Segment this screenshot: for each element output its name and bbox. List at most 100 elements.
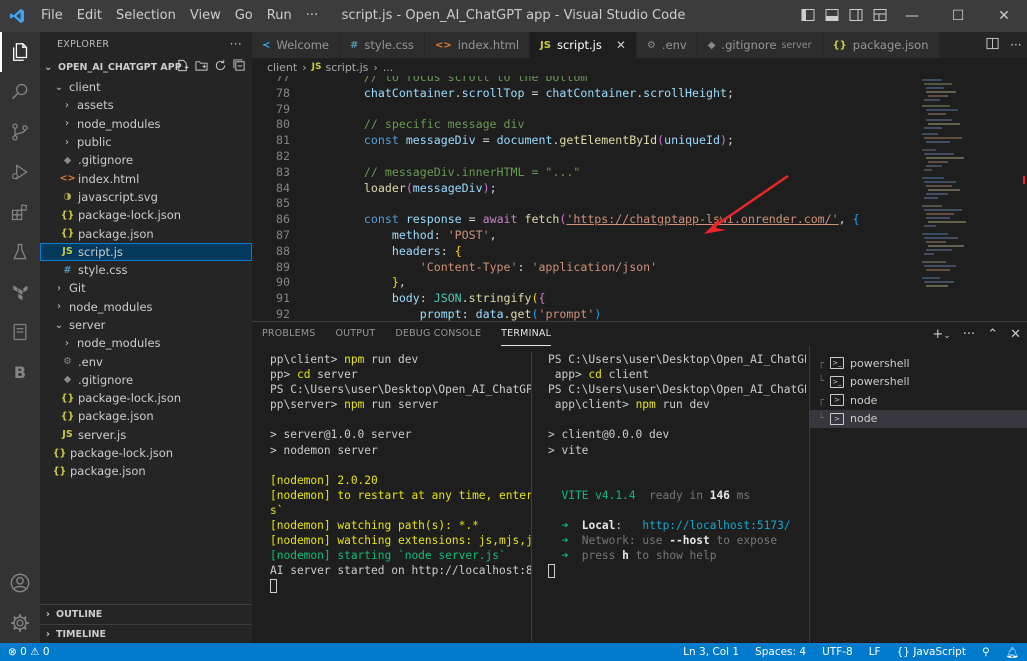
toggle-panel-icon[interactable] [825, 8, 839, 25]
feedback-icon[interactable]: ⚲ [974, 646, 998, 658]
editor-scrollbar[interactable] [1017, 76, 1027, 321]
source-control-icon[interactable] [0, 112, 40, 152]
terminal-list-item[interactable]: └ >_ powershell [810, 373, 1027, 392]
run-debug-icon[interactable] [0, 152, 40, 192]
menu-run[interactable]: Run [260, 0, 299, 32]
close-panel-icon[interactable]: ✕ [1010, 327, 1021, 342]
file-tree-item[interactable]: ◆ .gitignore [40, 151, 252, 169]
outline-section[interactable]: › OUTLINE [40, 604, 252, 624]
terraform-icon[interactable] [0, 272, 40, 312]
file-tree-item[interactable]: › public [40, 133, 252, 151]
file-tree-item[interactable]: JS script.js [40, 242, 252, 261]
file-tree-item[interactable]: {} package-lock.json [40, 206, 252, 224]
code-editor[interactable]: 77 // to focus scroll to the bottom 78 c… [252, 76, 912, 321]
minimize-button[interactable]: — [889, 0, 935, 32]
settings-gear-icon[interactable] [0, 603, 40, 643]
project-root[interactable]: ⌄ OPEN_AI_CHATGPT APP [40, 56, 252, 78]
file-tree-item[interactable]: ⌄ client [40, 78, 252, 96]
tab-terminal[interactable]: TERMINAL [501, 322, 552, 346]
cursor-position-status[interactable]: Ln 3, Col 1 [675, 646, 747, 658]
file-tree-item[interactable]: ⌄ server [40, 316, 252, 334]
eol-status[interactable]: LF [861, 646, 889, 658]
file-tree-item[interactable]: {} package.json [40, 224, 252, 242]
tab-index-html[interactable]: <> index.html [424, 32, 531, 58]
explorer-title: EXPLORER [57, 38, 110, 50]
file-tree-item[interactable]: ⚙ .env [40, 352, 252, 370]
problems-status[interactable]: ⊗ 0 ⚠ 0 [0, 646, 58, 658]
toggle-sidebar-icon[interactable] [801, 8, 815, 25]
terminal-list-item[interactable]: ┌ >_ powershell [810, 354, 1027, 373]
tab-gitignore[interactable]: ◆ .gitignore server [697, 32, 823, 58]
chevron-down-icon: ⌄ [54, 319, 64, 331]
new-file-icon[interactable] [176, 59, 189, 75]
tab-debug-console[interactable]: DEBUG CONSOLE [395, 322, 481, 346]
file-tree-item[interactable]: › node_modules [40, 298, 252, 316]
terminal-list-item[interactable]: ┌ > node [810, 391, 1027, 410]
timeline-section[interactable]: › TIMELINE [40, 624, 252, 644]
menu-view[interactable]: View [183, 0, 228, 32]
notifications-bell-icon[interactable]: 🔔︎ [998, 646, 1027, 659]
tab-style-css[interactable]: # style.css [340, 32, 425, 58]
close-tab-icon[interactable]: ✕ [616, 38, 626, 52]
account-icon[interactable] [0, 563, 40, 603]
file-tree-item[interactable]: {} package-lock.json [40, 389, 252, 407]
file-tree-item[interactable]: › Git [40, 279, 252, 297]
terminal-list-item[interactable]: └ > node [810, 409, 1027, 428]
file-tree-item[interactable]: {} package-lock.json [40, 444, 252, 462]
terminal-pane-client[interactable]: PS C:\Users\user\Desktop\Open_AI_ChatGPT… [548, 352, 806, 637]
breadcrumb-file[interactable]: script.js [325, 61, 368, 74]
tab-welcome[interactable]: ≺ Welcome [252, 32, 340, 58]
menu-selection[interactable]: Selection [109, 0, 183, 32]
explorer-icon[interactable] [0, 32, 40, 72]
more-actions-icon[interactable]: ··· [963, 327, 975, 342]
file-tree-item[interactable]: <> index.html [40, 169, 252, 187]
new-terminal-button[interactable]: +⌄ [932, 327, 950, 342]
indentation-status[interactable]: Spaces: 4 [747, 646, 814, 658]
git-file-icon: ◆ [63, 154, 72, 166]
search-icon[interactable] [0, 72, 40, 112]
testing-icon[interactable] [0, 232, 40, 272]
file-tree-item[interactable]: ◆ .gitignore [40, 371, 252, 389]
notebook-icon[interactable] [0, 312, 40, 352]
menu-edit[interactable]: Edit [70, 0, 109, 32]
close-window-button[interactable]: ✕ [981, 0, 1027, 32]
tab-output[interactable]: OUTPUT [335, 322, 375, 346]
customize-layout-icon[interactable] [873, 8, 887, 25]
terminal-pane-server[interactable]: pp\client> npm run dev pp> cd server PS … [270, 352, 532, 637]
tab-package-json[interactable]: {} package.json [822, 32, 940, 58]
file-tree-item[interactable]: # style.css [40, 261, 252, 279]
file-tree-item[interactable]: JS server.js [40, 426, 252, 444]
explorer-more-button[interactable]: ··· [230, 37, 242, 51]
split-editor-icon[interactable] [986, 37, 999, 53]
breadcrumb-folder[interactable]: client [267, 61, 297, 74]
extensions-icon[interactable] [0, 192, 40, 232]
refresh-icon[interactable] [214, 59, 227, 75]
editor-tabs: ≺ Welcome # style.css <> index.html JS script.j… [252, 32, 1027, 58]
file-tree-item[interactable]: {} package.json [40, 407, 252, 425]
menu-more[interactable]: ··· [299, 0, 325, 32]
menu-go[interactable]: Go [228, 0, 260, 32]
file-tree-item[interactable]: ◑ javascript.svg [40, 188, 252, 206]
menu-file[interactable]: File [34, 0, 70, 32]
language-status[interactable]: {} JavaScript [889, 646, 974, 658]
collapse-all-icon[interactable] [233, 59, 246, 75]
minimap[interactable] [912, 76, 1017, 321]
encoding-status[interactable]: UTF-8 [814, 646, 861, 658]
more-actions-icon[interactable]: ··· [1010, 38, 1021, 52]
file-tree-item[interactable]: › assets [40, 96, 252, 114]
file-tree-item[interactable]: {} package.json [40, 462, 252, 480]
terminal-name: node [850, 393, 878, 407]
maximize-panel-icon[interactable]: ⌃ [987, 327, 998, 342]
file-tree-item[interactable]: › node_modules [40, 334, 252, 352]
timeline-title: TIMELINE [56, 629, 106, 640]
maximize-button[interactable]: ☐ [935, 0, 981, 32]
tab-problems[interactable]: PROBLEMS [262, 322, 315, 346]
breadcrumb-more[interactable]: ... [383, 61, 394, 74]
tab-script-js[interactable]: JS script.js ✕ [530, 32, 637, 58]
new-folder-icon[interactable] [195, 59, 208, 75]
toggle-secondary-sidebar-icon[interactable] [849, 8, 863, 25]
terminal-divider[interactable] [531, 352, 532, 642]
file-tree-item[interactable]: › node_modules [40, 115, 252, 133]
tab-env[interactable]: ⚙ .env [636, 32, 698, 58]
bold-b-icon[interactable]: B [0, 352, 40, 392]
